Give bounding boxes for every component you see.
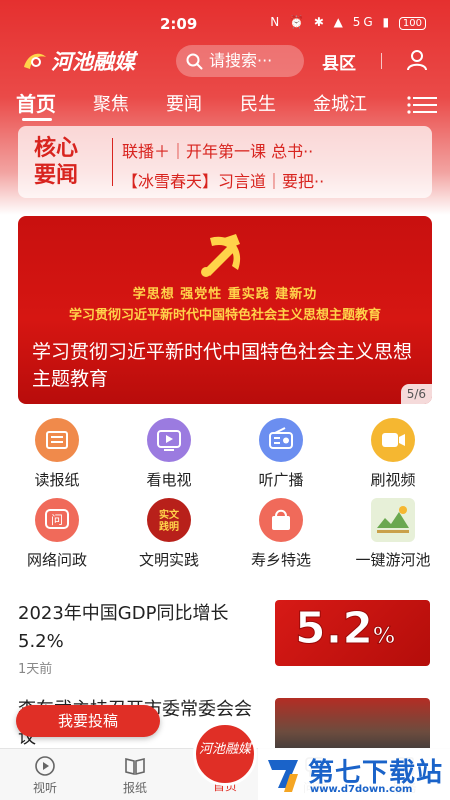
service-listen-radio[interactable]: 听广播 — [231, 418, 331, 490]
tab-home[interactable]: 首页 — [16, 88, 56, 117]
news-title: 2023年中国GDP同比增长5.2% — [18, 603, 229, 652]
user-icon[interactable] — [406, 49, 428, 71]
service-read-newspaper[interactable]: 读报纸 — [7, 418, 107, 490]
video-icon — [371, 418, 415, 462]
tab-focus[interactable]: 聚焦 — [93, 90, 129, 116]
nav-label: 视听 — [32, 781, 57, 795]
banner-slogan: 学思想 强党性 重实践 建新功 — [132, 287, 318, 302]
core-news-panel[interactable]: 核心要闻 联播＋｜开年第一课 总书·· 【冰雪春天】习言道｜要把·· — [18, 126, 432, 198]
channel-tabs: 首页 聚焦 要闻 民生 金城江 — [0, 86, 450, 122]
core-news-item[interactable]: 【冰雪春天】习言道｜要把·· — [122, 168, 324, 192]
app-logo-text: 河池融媒 — [51, 49, 135, 74]
news-thumbnail — [275, 698, 430, 754]
radio-icon — [259, 418, 303, 462]
header-divider — [381, 53, 382, 69]
service-browse-video[interactable]: 刷视频 — [343, 418, 443, 490]
news-time: 1天前 — [18, 662, 53, 677]
news-item[interactable]: 2023年中国GDP同比增长5.2% 1天前 5.2% — [0, 594, 450, 684]
search-placeholder: 请搜索··· — [209, 51, 273, 70]
banner-subtitle: 学习贯彻习近平新时代中国特色社会主义思想主题教育 — [68, 308, 381, 323]
submit-article-button[interactable]: 我要投稿 — [16, 705, 160, 737]
service-label: 看电视 — [146, 471, 192, 489]
core-news-item[interactable]: 联播＋｜开年第一课 总书·· — [122, 138, 313, 162]
service-label: 寿乡特选 — [250, 551, 311, 569]
service-online-inquiry[interactable]: 问 网络问政 — [7, 498, 107, 570]
tv-icon — [147, 418, 191, 462]
app-header: 河池融媒 请搜索··· 县区 — [0, 42, 450, 80]
civilization-icon: 实文 践明 — [147, 498, 191, 542]
newspaper-icon — [35, 418, 79, 462]
menu-icon[interactable] — [407, 95, 437, 115]
logo-mark-icon — [24, 53, 46, 69]
tour-icon — [371, 498, 415, 542]
party-emblem-icon — [201, 234, 241, 277]
service-label: 网络问政 — [26, 551, 87, 569]
watermark-url: www.d7down.com — [310, 784, 413, 795]
banner-caption: 学习贯彻习近平新时代中国特色社会主义思想主题教育 — [32, 341, 413, 390]
banner-carousel[interactable]: 学思想 强党性 重实践 建新功 学习贯彻习近平新时代中国特色社会主义思想主题教育… — [18, 216, 432, 404]
svg-text:践明: 践明 — [159, 520, 179, 533]
shopping-bag-icon — [259, 498, 303, 542]
service-longevity-selection[interactable]: 寿乡特选 — [231, 498, 331, 570]
book-icon — [125, 757, 145, 776]
services-grid: 读报纸 看电视 听广播 刷视频 问 网络问政 实文 践明 文明实践 寿乡特选 一… — [0, 414, 450, 574]
tab-headlines[interactable]: 要闻 — [166, 90, 202, 116]
search-icon — [186, 53, 203, 70]
nav-item-audiovisual[interactable]: 视听 — [5, 755, 85, 796]
nav-label: 报纸 — [122, 781, 147, 795]
watermark-logo-icon — [268, 760, 298, 792]
status-icons: N ⏰ ✱ ▲ 5G ▮ 100 — [270, 15, 426, 30]
service-label: 刷视频 — [370, 471, 416, 489]
status-time: 2:09 — [160, 15, 198, 33]
nav-item-newspaper[interactable]: 报纸 — [95, 755, 175, 796]
gdp-value: 5.2 — [295, 603, 374, 655]
inquiry-icon: 问 — [35, 498, 79, 542]
service-one-click-tour[interactable]: 一键游河池 — [343, 498, 443, 570]
status-indicator-icons: N ⏰ ✱ ▲ 5G ▮ — [270, 15, 393, 29]
gdp-figure: 5.2% — [295, 603, 396, 655]
banner-page-counter: 5/6 — [400, 384, 432, 404]
county-button[interactable]: 县区 — [322, 49, 356, 74]
battery-icon: 100 — [398, 17, 426, 30]
core-news-divider — [112, 138, 113, 186]
search-box[interactable]: 请搜索··· — [176, 45, 304, 77]
watermark: 第七下载站 www.d7down.com — [258, 748, 450, 800]
tab-jinchengjiang[interactable]: 金城江 — [313, 90, 367, 116]
news-thumbnail: 5.2% — [275, 600, 430, 666]
active-tab-indicator — [22, 118, 52, 121]
service-label: 听广播 — [258, 471, 304, 489]
service-watch-tv[interactable]: 看电视 — [119, 418, 219, 490]
tab-livelihood[interactable]: 民生 — [240, 90, 276, 116]
svg-text:问: 问 — [51, 513, 63, 527]
gdp-unit: % — [372, 624, 395, 650]
status-bar: 2:09 N ⏰ ✱ ▲ 5G ▮ 100 — [0, 0, 450, 42]
service-label: 读报纸 — [34, 471, 80, 489]
app-logo[interactable]: 河池融媒 — [22, 46, 135, 76]
core-news-label: 核心要闻 — [34, 135, 79, 188]
service-label: 一键游河池 — [355, 551, 431, 569]
nav-center-logo-button[interactable]: 河池融媒 — [193, 722, 257, 786]
service-label: 文明实践 — [138, 551, 199, 569]
play-circle-icon — [35, 756, 55, 776]
svg-text:实文: 实文 — [159, 508, 180, 521]
service-civilization-practice[interactable]: 实文 践明 文明实践 — [119, 498, 219, 570]
